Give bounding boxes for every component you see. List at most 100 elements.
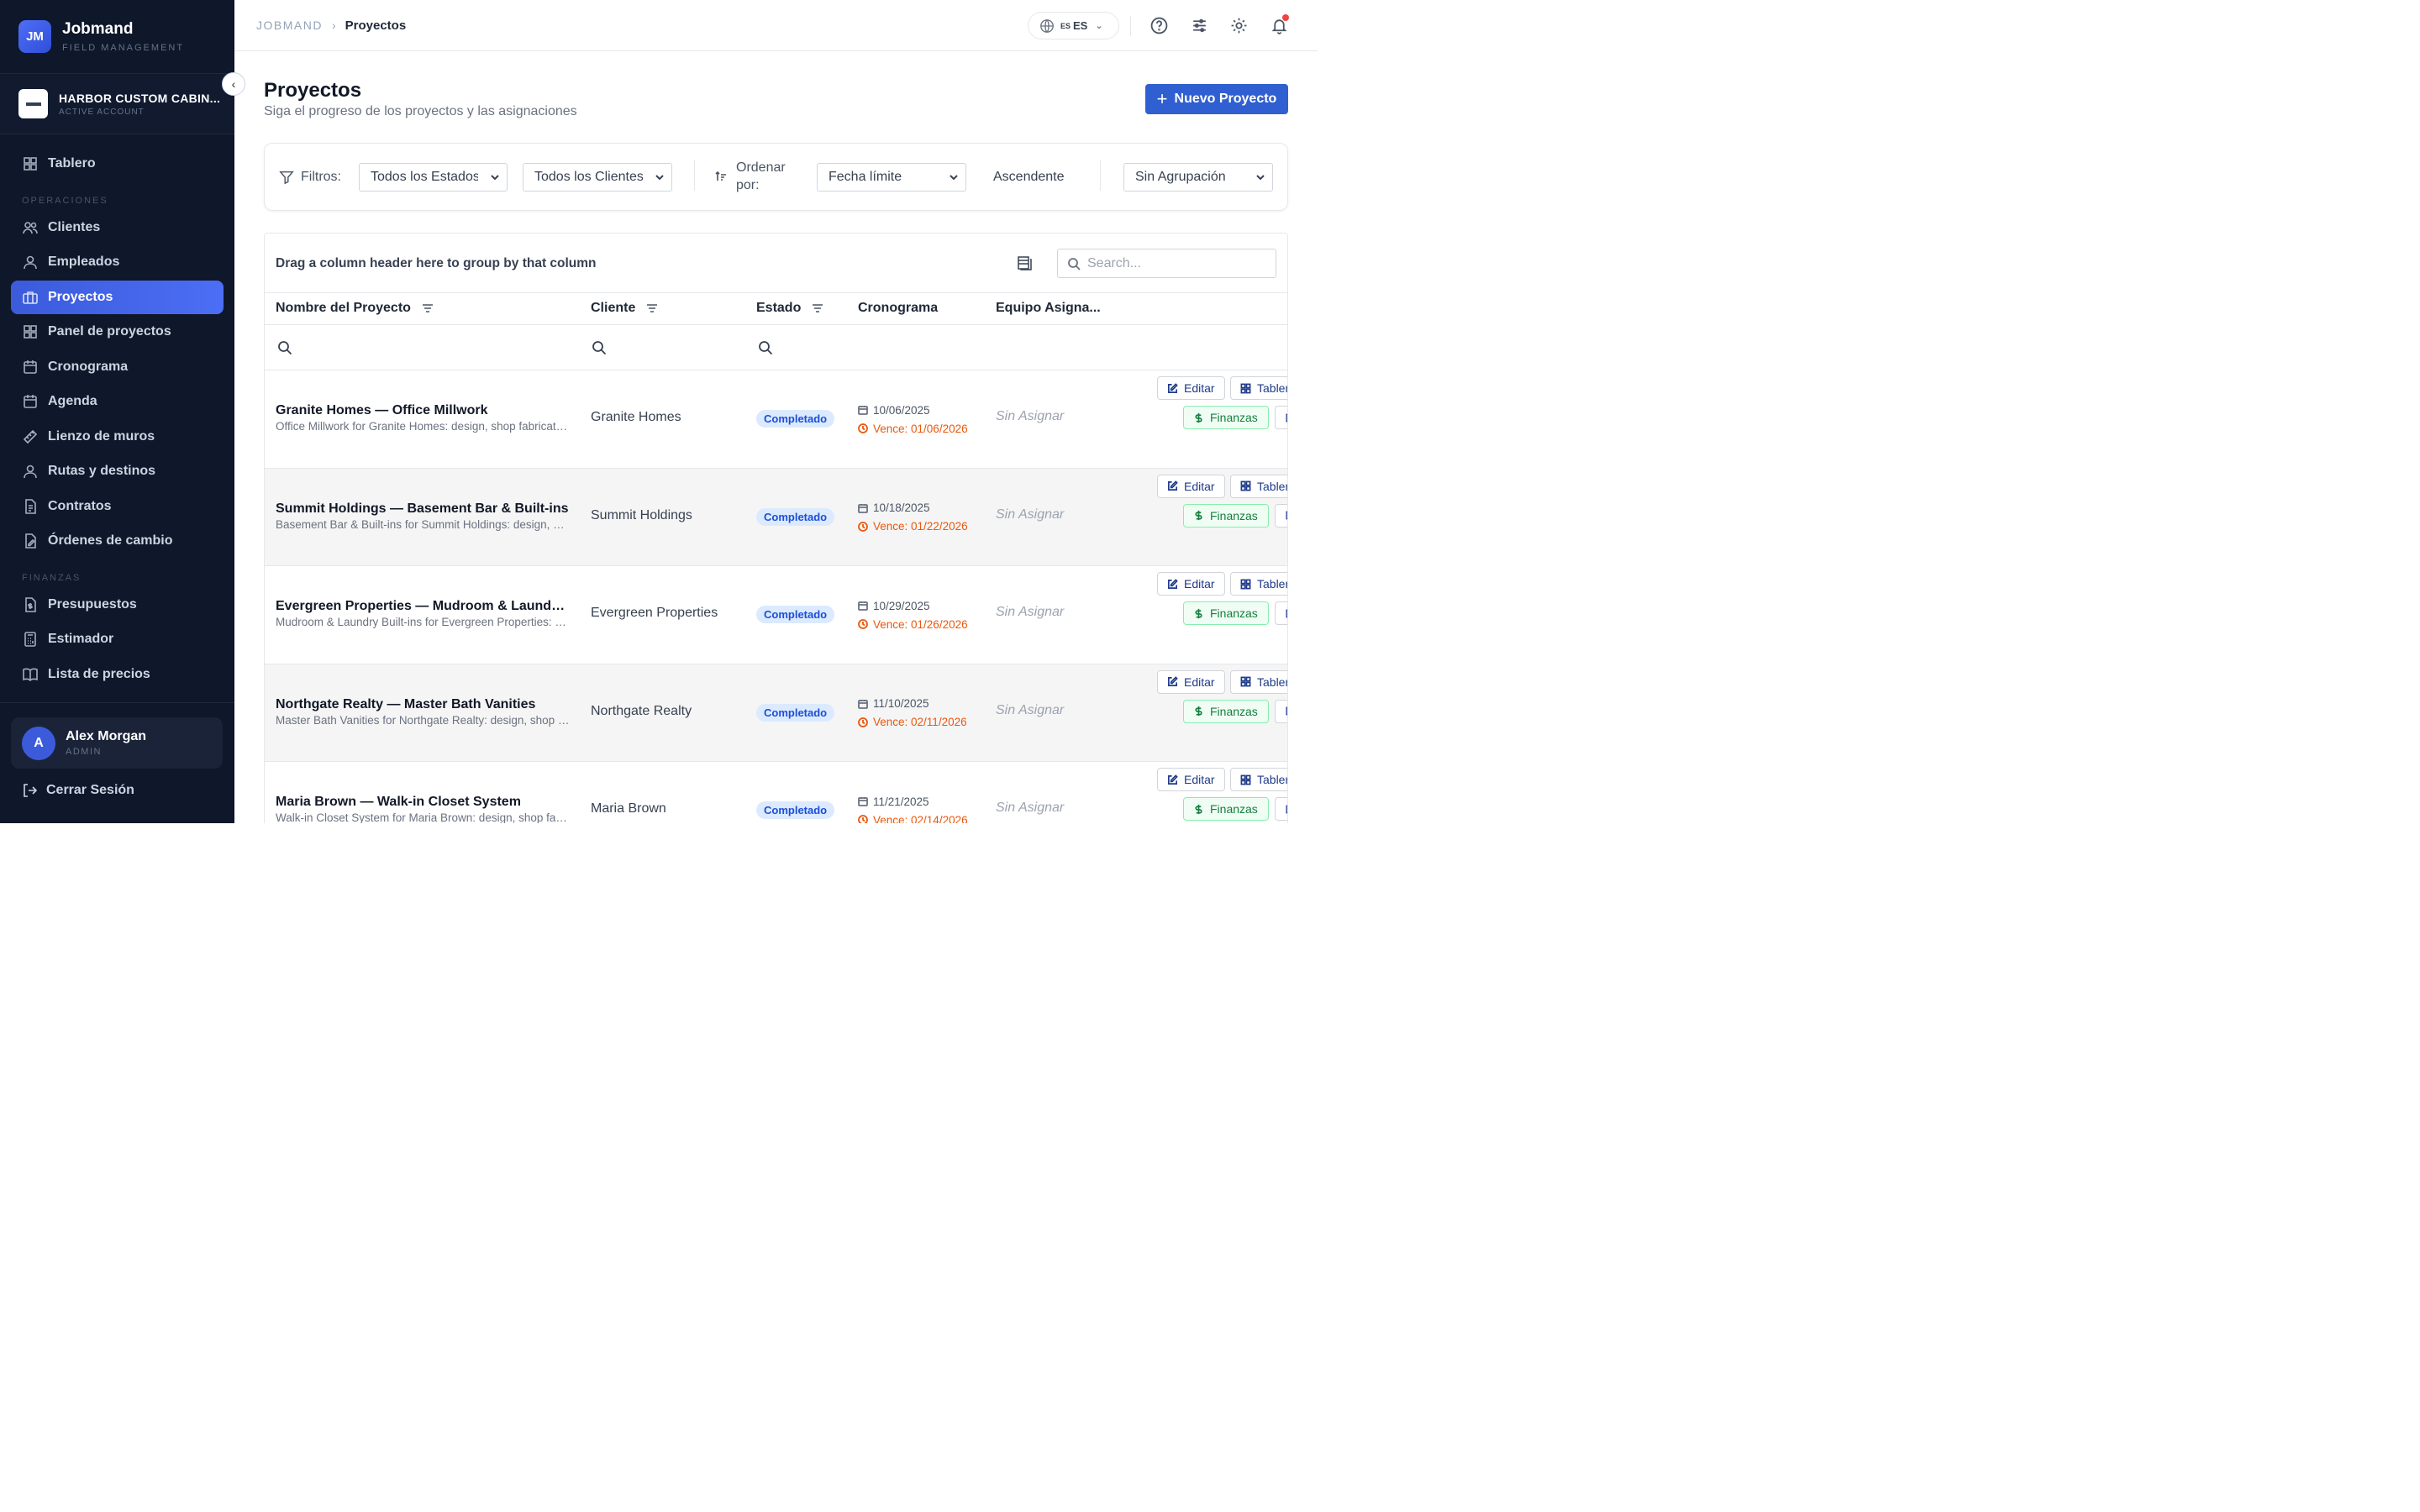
status-filter-select[interactable]: Todos los Estados <box>359 163 508 192</box>
edit-button[interactable]: Editar <box>1157 376 1225 400</box>
table-row[interactable]: Maria Brown — Walk-in Closet System Walk… <box>265 762 1287 823</box>
sliders-icon[interactable] <box>1189 15 1209 35</box>
sidebar-item-dashboard[interactable]: Tablero <box>11 147 224 181</box>
edit-button[interactable]: Editar <box>1157 474 1225 498</box>
table-row[interactable]: Granite Homes — Office Millwork Office M… <box>265 370 1287 469</box>
due-date: Vence: 02/11/2026 <box>873 716 967 728</box>
board-button[interactable]: Tablero <box>1230 669 1287 694</box>
sidebar-item-contracts[interactable]: Contratos <box>11 490 224 523</box>
client-filter-select[interactable]: Todos los Clientes <box>523 163 672 192</box>
language-selector[interactable]: ES ES ⌄ <box>1028 12 1119 39</box>
brand-logo: JM <box>18 20 51 53</box>
sidebar-item-schedule[interactable]: Cronograma <box>11 350 224 384</box>
edit-button[interactable]: Editar <box>1157 768 1225 791</box>
sidebar-item-label: Presupuestos <box>48 596 137 612</box>
page-subtitle: Siga el progreso de los proyectos y las … <box>264 104 577 118</box>
grouping-select[interactable]: Sin Agrupación <box>1123 163 1273 192</box>
edit-button[interactable]: Editar <box>1157 669 1225 694</box>
ruler-icon <box>23 429 38 444</box>
new-project-label: Nuevo Proyecto <box>1174 92 1277 106</box>
board-button[interactable]: Tablero <box>1230 474 1287 498</box>
assigned-team-cell: Sin Asignar <box>996 409 1065 423</box>
table-row[interactable]: Evergreen Properties — Mudroom & Laundry… <box>265 566 1287 664</box>
group-panel-hint: Drag a column header here to group by th… <box>276 256 597 270</box>
finance-button[interactable]: Finanzas <box>1183 406 1269 429</box>
column-header-status[interactable]: Estado <box>756 301 824 316</box>
sidebar-item-label: Clientes <box>48 219 101 234</box>
sidebar-item-agenda[interactable]: Agenda <box>11 385 224 418</box>
edit-button[interactable]: Editar <box>1157 572 1225 596</box>
finance-button[interactable]: Finanzas <box>1183 699 1269 723</box>
finance-button[interactable]: Finanzas <box>1183 601 1269 625</box>
project-title[interactable]: Granite Homes — Office Millwork <box>276 403 570 418</box>
client-cell: Granite Homes <box>591 410 681 424</box>
sidebar-item-routes[interactable]: Rutas y destinos <box>11 454 224 488</box>
search-icon[interactable] <box>277 340 292 355</box>
more-action-button[interactable] <box>1275 699 1287 723</box>
more-action-button[interactable] <box>1275 797 1287 821</box>
more-action-button[interactable] <box>1275 406 1287 429</box>
sidebar-item-projects[interactable]: Proyectos <box>11 280 224 314</box>
filter-lines-icon[interactable] <box>645 302 659 315</box>
filter-lines-icon[interactable] <box>811 302 824 315</box>
board-button[interactable]: Tablero <box>1230 376 1287 400</box>
project-title[interactable]: Maria Brown — Walk-in Closet System <box>276 795 570 810</box>
column-header-name[interactable]: Nombre del Proyecto <box>276 301 434 316</box>
column-header-schedule[interactable]: Cronograma <box>858 301 938 316</box>
column-header-client[interactable]: Cliente <box>591 301 659 316</box>
start-date: 11/10/2025 <box>873 697 929 710</box>
breadcrumb-root[interactable]: JOBMAND <box>256 18 323 32</box>
board-label: Tablero <box>1257 577 1287 591</box>
user-role: ADMIN <box>66 747 102 757</box>
grid-search-input[interactable]: Search... <box>1057 249 1276 278</box>
sidebar-item-price-list[interactable]: Lista de precios <box>11 658 224 691</box>
bell-icon[interactable] <box>1269 14 1289 35</box>
brand-header[interactable]: JM Jobmand FIELD MANAGEMENT <box>0 0 234 74</box>
search-icon[interactable] <box>592 340 607 355</box>
sidebar-item-clients[interactable]: Clientes <box>11 211 224 244</box>
sidebar-item-label: Empleados <box>48 255 120 269</box>
sidebar-item-wall-canvas[interactable]: Lienzo de muros <box>11 420 224 454</box>
brand-name: Jobmand <box>62 20 134 38</box>
more-action-button[interactable] <box>1275 601 1287 625</box>
logout-button[interactable]: Cerrar Sesión <box>21 782 134 799</box>
project-title[interactable]: Evergreen Properties — Mudroom & Laundry… <box>276 599 570 614</box>
column-chooser-icon[interactable] <box>1016 255 1033 271</box>
group-panel[interactable]: Drag a column header here to group by th… <box>265 234 1287 293</box>
project-name-cell: Evergreen Properties — Mudroom & Laundry… <box>276 599 570 628</box>
sort-by-select[interactable]: Fecha límite <box>817 163 966 192</box>
sidebar-item-estimator[interactable]: Estimador <box>11 622 224 656</box>
board-button[interactable]: Tablero <box>1230 572 1287 596</box>
help-icon[interactable] <box>1149 15 1169 35</box>
user-profile-card[interactable]: A Alex Morgan ADMIN <box>11 717 223 769</box>
table-row[interactable]: Summit Holdings — Basement Bar & Built-i… <box>265 468 1287 566</box>
sort-direction-toggle[interactable]: Ascendente <box>993 170 1065 185</box>
new-project-button[interactable]: + Nuevo Proyecto <box>1145 84 1288 114</box>
table-row[interactable]: Northgate Realty — Master Bath Vanities … <box>265 664 1287 762</box>
start-date: 10/29/2025 <box>873 599 930 612</box>
sidebar-item-projects-panel[interactable]: Panel de proyectos <box>11 315 224 349</box>
account-switcher[interactable]: HARBOR CUSTOM CABIN... ACTIVE ACCOUNT <box>0 74 234 134</box>
avatar: A <box>22 726 55 760</box>
sidebar-item-employees[interactable]: Empleados <box>11 245 224 279</box>
project-title[interactable]: Northgate Realty — Master Bath Vanities <box>276 697 570 712</box>
finance-button[interactable]: Finanzas <box>1183 503 1269 528</box>
finance-button[interactable]: Finanzas <box>1183 797 1269 821</box>
document-icon <box>1286 609 1287 617</box>
board-button[interactable]: Tablero <box>1230 768 1287 791</box>
schedule-cell: 10/18/2025 Vence: 01/22/2026 <box>858 499 968 536</box>
sidebar-item-budgets[interactable]: Presupuestos <box>11 588 224 622</box>
sidebar-collapse-button[interactable]: ‹ <box>222 72 245 96</box>
gear-icon[interactable] <box>1228 15 1249 35</box>
sidebar-item-label: Tablero <box>48 156 96 171</box>
filter-lines-icon[interactable] <box>421 302 434 315</box>
search-icon[interactable] <box>758 340 773 355</box>
sidebar-item-change-orders[interactable]: Órdenes de cambio <box>11 524 224 558</box>
more-action-button[interactable] <box>1275 503 1287 528</box>
grid-filter-row <box>265 325 1287 370</box>
calendar-icon <box>858 601 868 611</box>
column-header-team[interactable]: Equipo Asigna... <box>996 301 1101 316</box>
project-title[interactable]: Summit Holdings — Basement Bar & Built-i… <box>276 501 570 517</box>
client-cell: Summit Holdings <box>591 507 692 522</box>
dollar-icon <box>1195 804 1202 814</box>
